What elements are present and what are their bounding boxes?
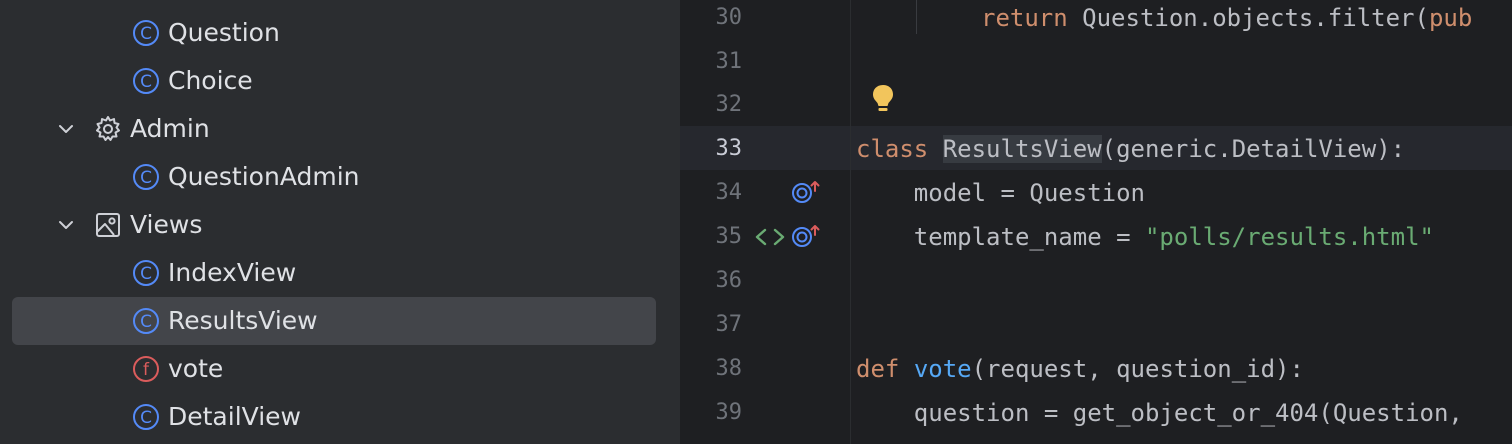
tree-item-label: Question bbox=[168, 18, 280, 47]
tree-item-resultsview[interactable]: C ResultsView bbox=[0, 297, 680, 345]
line-number: 38 bbox=[715, 356, 743, 381]
line-number: 30 bbox=[715, 5, 743, 30]
tree-item-label: IndexView bbox=[168, 258, 297, 287]
line-number: 34 bbox=[715, 180, 743, 205]
code-line-39[interactable]: 39 question = get_object_or_404(Question… bbox=[680, 391, 1512, 435]
tree-item-choice[interactable]: C Choice bbox=[0, 57, 680, 105]
keyword: return bbox=[981, 4, 1068, 32]
code-line-30[interactable]: 30 return Question.objects.filter(pub bbox=[680, 0, 1512, 40]
code-text-tail: pub bbox=[1428, 4, 1473, 32]
class-icon: C bbox=[133, 68, 159, 94]
lightbulb-icon[interactable] bbox=[870, 83, 896, 115]
override-icon[interactable] bbox=[790, 179, 822, 207]
svg-text:C: C bbox=[140, 264, 152, 284]
gear-icon bbox=[96, 116, 120, 141]
line-number: 32 bbox=[715, 92, 743, 117]
svg-text:C: C bbox=[140, 168, 152, 188]
tree-item-detailview[interactable]: C DetailView bbox=[0, 393, 680, 441]
tree-item-label: ResultsView bbox=[168, 306, 318, 335]
indent-guide bbox=[916, 0, 917, 34]
function-name: vote bbox=[913, 355, 972, 383]
class-icon: C bbox=[133, 260, 159, 286]
svg-text:f: f bbox=[143, 360, 150, 380]
code-line-31[interactable]: 31 bbox=[680, 40, 1512, 84]
function-icon: f bbox=[133, 356, 159, 382]
html-template-icon[interactable] bbox=[754, 225, 786, 249]
code-line-36[interactable]: 36 bbox=[680, 259, 1512, 303]
tree-item-label: Views bbox=[130, 210, 203, 239]
code-text-rest: (request, question_id): bbox=[971, 355, 1304, 383]
tree-item-questionadmin[interactable]: C QuestionAdmin bbox=[0, 153, 680, 201]
code-text-rest: Question.objects.filter( bbox=[1067, 4, 1429, 32]
code-text-rest: (generic.DetailView): bbox=[1101, 135, 1406, 163]
code-text: class ResultsView(generic.DetailView): bbox=[856, 127, 1405, 171]
svg-text:C: C bbox=[140, 24, 152, 44]
svg-text:C: C bbox=[140, 408, 152, 428]
override-icon[interactable] bbox=[790, 223, 822, 251]
tree-group-views[interactable]: Views bbox=[0, 201, 680, 249]
line-number: 31 bbox=[715, 49, 743, 74]
tree-group-admin[interactable]: Admin bbox=[0, 105, 680, 153]
code-line-33[interactable]: 33 class ResultsView(generic.DetailView)… bbox=[680, 127, 1512, 171]
code-text-pre: template_name = bbox=[856, 223, 1145, 251]
code-line-35[interactable]: 35 template_name = "polls/results.html" bbox=[680, 215, 1512, 259]
tree-item-vote[interactable]: f vote bbox=[0, 345, 680, 393]
line-number: 36 bbox=[715, 268, 743, 293]
code-text: def vote(request, question_id): bbox=[856, 347, 1304, 391]
line-number: 39 bbox=[715, 400, 743, 425]
svg-text:C: C bbox=[140, 312, 152, 332]
class-icon: C bbox=[133, 164, 159, 190]
tree-item-indexview[interactable]: C IndexView bbox=[0, 249, 680, 297]
chevron-down-icon[interactable] bbox=[54, 117, 78, 141]
code-editor[interactable]: 30 return Question.objects.filter(pub 31… bbox=[680, 0, 1512, 444]
keyword: def bbox=[856, 355, 900, 383]
code-text: template_name = "polls/results.html" bbox=[856, 215, 1434, 259]
tree-item-label: QuestionAdmin bbox=[168, 162, 360, 191]
tree-item-label: DetailView bbox=[168, 402, 301, 431]
code-line-34[interactable]: 34 model = Question bbox=[680, 171, 1512, 215]
class-icon: C bbox=[133, 20, 159, 46]
class-icon: C bbox=[133, 404, 159, 430]
code-text: model = Question bbox=[856, 179, 1145, 207]
tree-item-label: vote bbox=[168, 354, 224, 383]
class-icon: C bbox=[133, 308, 159, 334]
tree-item-question[interactable]: C Question bbox=[0, 9, 680, 57]
tree-item-label: Admin bbox=[130, 114, 210, 143]
tree-item-label: Choice bbox=[168, 66, 253, 95]
line-number-current: 33 bbox=[715, 136, 743, 161]
keyword: class bbox=[856, 135, 929, 163]
class-name: ResultsView bbox=[942, 135, 1102, 163]
code-line-38[interactable]: 38 def vote(request, question_id): bbox=[680, 347, 1512, 391]
code-text: question = get_object_or_404(Question, bbox=[856, 399, 1463, 427]
code-line-37[interactable]: 37 bbox=[680, 303, 1512, 347]
code-line-32[interactable]: 32 bbox=[680, 83, 1512, 127]
chevron-down-icon[interactable] bbox=[54, 213, 78, 237]
string-literal: "polls/results.html" bbox=[1144, 223, 1434, 251]
svg-text:C: C bbox=[140, 72, 152, 92]
structure-panel: C Question C Choice Admin C QuestionAdmi… bbox=[0, 0, 680, 444]
line-number: 37 bbox=[715, 312, 743, 337]
line-number: 35 bbox=[715, 224, 743, 249]
code-text: return Question.objects.filter(pub bbox=[981, 0, 1472, 40]
image-window-icon bbox=[96, 213, 120, 237]
